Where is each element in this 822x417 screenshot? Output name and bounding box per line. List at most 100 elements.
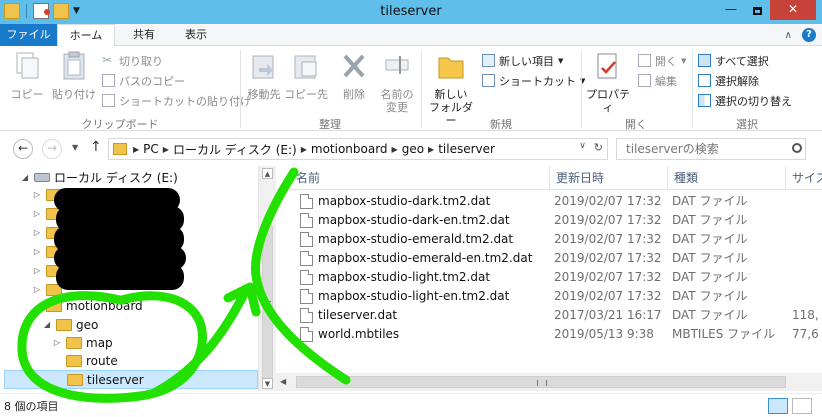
invert-selection-button[interactable]: 選択の切り替え bbox=[698, 92, 792, 109]
file-icon bbox=[300, 270, 313, 285]
scroll-thumb[interactable] bbox=[262, 226, 273, 384]
paste-shortcut-label: ショートカットの貼り付け bbox=[119, 94, 251, 108]
folder-icon bbox=[66, 336, 82, 349]
move-to-button[interactable]: 移動先 bbox=[242, 50, 286, 101]
chevron-up-icon[interactable]: ∧ bbox=[785, 30, 792, 41]
breadcrumb-drive[interactable]: ローカル ディスク (E:) bbox=[173, 141, 297, 158]
tree-item-map[interactable]: ▷ map bbox=[0, 333, 258, 352]
collapsed-arrow-icon[interactable]: ▷ bbox=[52, 338, 62, 347]
table-row[interactable]: mapbox-studio-light-en.tm2.dat 2019/02/07… bbox=[276, 287, 822, 306]
group-label-organize: 整理 bbox=[319, 118, 341, 131]
breadcrumb-pc[interactable]: PC bbox=[143, 142, 159, 156]
cut-button[interactable]: ✂ 切り取り bbox=[102, 52, 163, 69]
properties-button[interactable]: プロパティ bbox=[582, 50, 634, 114]
collapsed-arrow-icon[interactable]: ▷ bbox=[32, 247, 42, 256]
copy-to-button[interactable]: コピー先 bbox=[284, 50, 328, 101]
select-none-button[interactable]: 選択解除 bbox=[698, 72, 759, 89]
maximize-button[interactable] bbox=[744, 0, 770, 20]
copy-path-button[interactable]: パスのコピー bbox=[102, 72, 185, 89]
navigation-pane: ◢ ローカル ディスク (E:) ▷ ▷ ▷ ▷ ▷ ▷ ◢ motionboa… bbox=[0, 166, 258, 391]
large-icons-view-icon[interactable] bbox=[792, 398, 812, 414]
file-type: DAT ファイル bbox=[672, 270, 748, 284]
table-row[interactable]: world.mbtiles 2019/05/13 9:38 MBTILES ファイル… bbox=[276, 325, 822, 344]
file-icon bbox=[300, 327, 313, 342]
tab-share[interactable]: 共有 bbox=[120, 24, 168, 46]
tree-item-tileserver[interactable]: tileserver bbox=[4, 370, 258, 389]
scroll-thumb[interactable] bbox=[296, 376, 786, 388]
details-view-icon[interactable] bbox=[768, 398, 788, 414]
table-row[interactable]: tileserver.dat 2017/03/21 16:17 DAT ファイル 11… bbox=[276, 306, 822, 325]
expanded-arrow-icon[interactable]: ◢ bbox=[32, 301, 42, 310]
table-row[interactable]: mapbox-studio-light.tm2.dat 2019/02/07 17… bbox=[276, 268, 822, 287]
properties-label: プロパティ bbox=[586, 88, 630, 114]
tree-item-motionboard[interactable]: ◢ motionboard bbox=[0, 296, 258, 315]
table-row[interactable]: mapbox-studio-emerald-en.tm2.dat 2019/02/… bbox=[276, 249, 822, 268]
collapsed-arrow-icon[interactable]: ▷ bbox=[32, 228, 42, 237]
forward-button[interactable]: → bbox=[42, 139, 62, 159]
column-modified[interactable]: 更新日時 bbox=[550, 166, 668, 190]
file-date: 2019/02/07 17:32 bbox=[554, 194, 662, 208]
tree-item-route[interactable]: route bbox=[0, 351, 258, 370]
scroll-left-icon[interactable]: ◀ bbox=[280, 377, 286, 386]
column-size[interactable]: サイズ bbox=[786, 166, 822, 190]
search-input[interactable]: tileserverの検索 bbox=[616, 138, 806, 160]
tab-view[interactable]: 表示 bbox=[172, 24, 220, 46]
tab-home[interactable]: ホーム bbox=[57, 24, 115, 47]
invert-selection-label: 選択の切り替え bbox=[715, 94, 792, 108]
delete-button[interactable]: 削除 bbox=[336, 50, 372, 101]
close-button[interactable]: ✕ bbox=[770, 0, 816, 20]
column-type[interactable]: 種類 bbox=[668, 166, 786, 190]
delete-icon bbox=[343, 54, 365, 78]
edit-button[interactable]: 編集 bbox=[638, 72, 677, 89]
copy-to-label: コピー先 bbox=[284, 88, 328, 101]
shortcut-button[interactable]: ショートカット ▼ bbox=[482, 72, 585, 89]
rename-button[interactable]: 名前の 変更 bbox=[376, 50, 418, 114]
file-date: 2019/02/07 17:32 bbox=[554, 289, 662, 303]
file-date: 2017/03/21 16:17 bbox=[554, 308, 662, 322]
address-bar[interactable]: ▶ PC ▶ ローカル ディスク (E:) ▶ motionboard ▶ ge… bbox=[108, 138, 608, 160]
file-type: DAT ファイル bbox=[672, 289, 748, 303]
minimize-button[interactable]: — bbox=[718, 0, 744, 20]
tree-scrollbar[interactable]: ▲ ▼ bbox=[258, 166, 276, 391]
scroll-down-icon[interactable]: ▼ bbox=[262, 378, 273, 389]
expanded-arrow-icon[interactable]: ◢ bbox=[20, 173, 30, 182]
list-scrollbar[interactable]: ◀ bbox=[276, 373, 822, 391]
expanded-arrow-icon[interactable]: ◢ bbox=[42, 320, 52, 329]
breadcrumb-geo[interactable]: geo bbox=[402, 142, 424, 156]
breadcrumb-tileserver[interactable]: tileserver bbox=[438, 142, 495, 156]
recent-locations-icon[interactable]: ▼ bbox=[72, 143, 78, 152]
breadcrumb-motionboard[interactable]: motionboard bbox=[311, 142, 388, 156]
paste-button[interactable]: 貼り付け bbox=[50, 50, 98, 101]
tab-file[interactable]: ファイル bbox=[0, 24, 57, 46]
up-arrow-icon[interactable]: ↑ bbox=[90, 139, 102, 155]
paste-label: 貼り付け bbox=[52, 88, 96, 101]
grip-icon bbox=[537, 380, 547, 386]
path-icon bbox=[102, 74, 115, 87]
tree-item-geo[interactable]: ◢ geo bbox=[0, 315, 258, 334]
collapsed-arrow-icon[interactable]: ▷ bbox=[32, 190, 42, 199]
move-to-label: 移動先 bbox=[247, 88, 281, 101]
collapsed-arrow-icon[interactable]: ▷ bbox=[32, 285, 42, 294]
table-row[interactable]: mapbox-studio-dark.tm2.dat 2019/02/07 17:… bbox=[276, 192, 822, 211]
file-list: 名前 更新日時 種類 サイズ mapbox-studio-dark.tm2.da… bbox=[276, 166, 822, 391]
select-all-button[interactable]: すべて選択 bbox=[698, 52, 769, 69]
scroll-up-icon[interactable]: ▲ bbox=[262, 168, 273, 179]
edit-icon bbox=[638, 74, 651, 87]
table-row[interactable]: mapbox-studio-dark-en.tm2.dat 2019/02/07 … bbox=[276, 211, 822, 230]
redaction bbox=[56, 264, 184, 290]
table-row[interactable]: mapbox-studio-emerald.tm2.dat 2019/02/07 … bbox=[276, 230, 822, 249]
copy-button[interactable]: コピー bbox=[6, 50, 48, 101]
help-icon[interactable]: ? bbox=[802, 28, 816, 42]
refresh-icon[interactable]: ↻ bbox=[594, 141, 603, 154]
file-icon bbox=[300, 232, 313, 247]
back-button[interactable]: ← bbox=[13, 139, 33, 159]
file-size: 77,6 bbox=[792, 327, 819, 341]
open-button[interactable]: 開く ▼ bbox=[638, 52, 686, 69]
file-type: MBTILES ファイル bbox=[672, 327, 776, 341]
column-name[interactable]: 名前 bbox=[290, 166, 550, 190]
collapsed-arrow-icon[interactable]: ▷ bbox=[32, 266, 42, 275]
new-item-button[interactable]: 新しい項目 ▼ bbox=[482, 52, 563, 69]
paste-shortcut-button[interactable]: ショートカットの貼り付け bbox=[102, 92, 251, 109]
collapsed-arrow-icon[interactable]: ▷ bbox=[32, 209, 42, 218]
dropdown-icon[interactable]: ∨ bbox=[579, 141, 586, 154]
